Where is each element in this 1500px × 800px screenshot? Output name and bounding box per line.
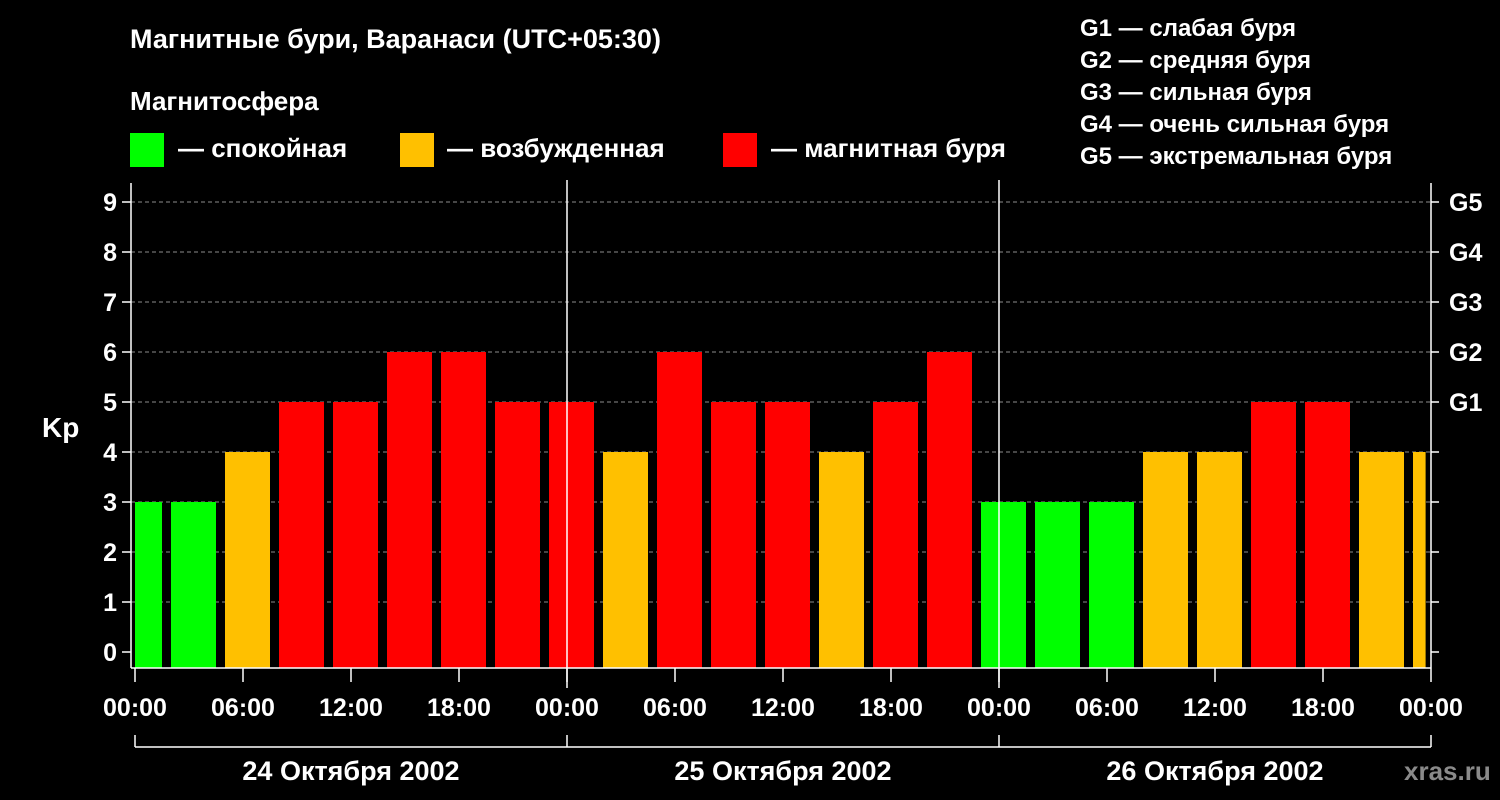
- kp-bar: [279, 402, 324, 668]
- x-tick-label: 06:00: [211, 694, 275, 722]
- x-tick-label: 12:00: [319, 694, 383, 722]
- x-tick-label: 00:00: [535, 694, 599, 722]
- kp-bar: [603, 452, 648, 668]
- x-tick-label: 18:00: [859, 694, 923, 722]
- kp-bar: [549, 402, 594, 668]
- kp-bar: [333, 402, 378, 668]
- kp-bar: [441, 352, 486, 668]
- kp-bar: [1251, 402, 1296, 668]
- kp-bar: [387, 352, 432, 668]
- g-level-label: G5: [1449, 189, 1482, 217]
- kp-bar: [1143, 452, 1188, 668]
- kp-bar: [225, 452, 270, 668]
- x-tick-label: 00:00: [1399, 694, 1463, 722]
- y-tick-label: 4: [103, 439, 117, 467]
- y-tick-label: 7: [103, 289, 117, 317]
- x-tick-label: 18:00: [427, 694, 491, 722]
- y-tick-label: 6: [103, 339, 117, 367]
- g-level-label: G4: [1449, 239, 1482, 267]
- y-tick-label: 1: [103, 589, 117, 617]
- g-level-label: G3: [1449, 289, 1482, 317]
- y-tick-label: 9: [103, 189, 117, 217]
- x-tick-label: 06:00: [1075, 694, 1139, 722]
- y-tick-label: 8: [103, 239, 117, 267]
- kp-bar: [819, 452, 864, 668]
- kp-bar: [1359, 452, 1404, 668]
- kp-bar: [1305, 402, 1350, 668]
- kp-bar: [711, 402, 756, 668]
- y-tick-label: 0: [103, 639, 117, 667]
- x-tick-label: 12:00: [751, 694, 815, 722]
- kp-bar: [171, 502, 216, 668]
- y-tick-label: 3: [103, 489, 117, 517]
- watermark: xras.ru: [1404, 756, 1491, 786]
- kp-bar: [873, 402, 918, 668]
- kp-bar: [495, 402, 540, 668]
- x-tick-label: 06:00: [643, 694, 707, 722]
- kp-bar: [1035, 502, 1080, 668]
- g-level-label: G1: [1449, 389, 1482, 417]
- x-tick-label: 00:00: [967, 694, 1031, 722]
- y-tick-label: 5: [103, 389, 117, 417]
- day-label: 24 Октября 2002: [242, 756, 459, 786]
- kp-bar: [135, 502, 162, 668]
- kp-bar: [1413, 452, 1426, 668]
- kp-bar-chart: 0 1 2 3 4 5 6 7 8 9 G1 G2 G3 G4 G5 00:00 06:00 12:00 18:00…: [103, 180, 1482, 786]
- x-tick-label: 00:00: [103, 694, 167, 722]
- kp-bar: [1089, 502, 1134, 668]
- kp-bar: [657, 352, 702, 668]
- day-label: 25 Октября 2002: [674, 756, 891, 786]
- kp-bar: [1197, 452, 1242, 668]
- x-tick-label: 12:00: [1183, 694, 1247, 722]
- kp-bar: [981, 502, 1026, 668]
- g-level-label: G2: [1449, 339, 1482, 367]
- kp-bar: [927, 352, 972, 668]
- x-tick-label: 18:00: [1291, 694, 1355, 722]
- kp-bar: [765, 402, 810, 668]
- day-label: 26 Октября 2002: [1106, 756, 1323, 786]
- y-tick-label: 2: [103, 539, 117, 567]
